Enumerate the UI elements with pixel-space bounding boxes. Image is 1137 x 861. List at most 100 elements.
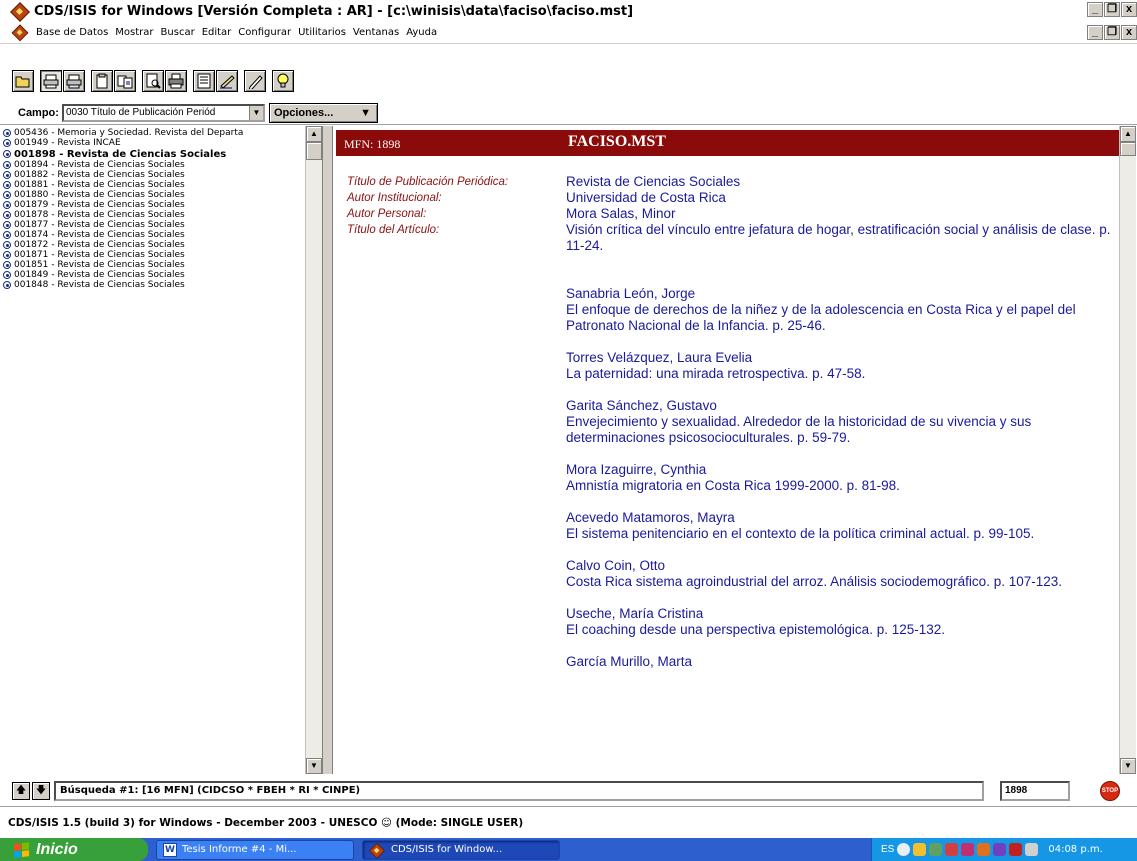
list-item[interactable]: 001874 - Revista de Ciencias Sociales (3, 230, 303, 240)
list-item[interactable]: 001879 - Revista de Ciencias Sociales (3, 200, 303, 210)
scroll-up-arrow-icon[interactable]: ▲ (306, 126, 322, 142)
doc-close-button[interactable]: x (1121, 25, 1137, 40)
menu-buscar[interactable]: Buscar (161, 27, 195, 38)
restore-button[interactable]: ❐ (1104, 2, 1120, 17)
scroll-up-arrow-icon[interactable]: ▲ (1120, 126, 1136, 142)
task-label: Tesis Informe #4 - Mi... (182, 844, 297, 855)
taskbar-item-word[interactable]: W Tesis Informe #4 - Mi... (156, 839, 354, 860)
article-title: Amnistía migratoria en Costa Rica 1999-2… (566, 478, 900, 493)
bulb-icon[interactable] (272, 70, 294, 92)
list-scrollbar[interactable]: ▲ ▼ (305, 126, 322, 774)
record-icon (3, 161, 11, 169)
article-author: Garita Sánchez, Gustavo (566, 398, 717, 413)
preview-icon[interactable] (142, 70, 164, 92)
menu-ventanas[interactable]: Ventanas (353, 27, 399, 38)
menu-utilitarios[interactable]: Utilitarios (298, 27, 346, 38)
display-icon[interactable] (1025, 843, 1039, 856)
stop-icon[interactable]: STOP (1100, 781, 1120, 801)
media-icon[interactable] (993, 843, 1007, 856)
list-item[interactable]: 001851 - Revista de Ciencias Sociales (3, 260, 303, 270)
list-item[interactable]: 001880 - Revista de Ciencias Sociales (3, 190, 303, 200)
article-author: Calvo Coin, Otto (566, 558, 666, 573)
edit-icon[interactable] (216, 70, 238, 92)
scroll-down-arrow-icon[interactable]: ▼ (1120, 758, 1136, 774)
previous-record-button[interactable]: 🡅 (12, 782, 30, 800)
update-icon[interactable] (929, 843, 943, 856)
record-display-pane: MFN: 1898 FACISO.MST Título de Publicaci… (334, 126, 1137, 774)
start-button[interactable]: Inicio (0, 838, 148, 861)
pencil-icon[interactable] (244, 70, 266, 92)
list-item-label: 001880 - Revista de Ciencias Sociales (14, 190, 185, 200)
open-icon[interactable] (12, 70, 34, 92)
mfn-input[interactable]: 1898 (1000, 781, 1070, 801)
list-item-label: 001848 - Revista de Ciencias Sociales (14, 280, 185, 290)
article-author: Acevedo Matamoros, Mayra (566, 510, 735, 525)
field-value: Mora Salas, Minor (566, 206, 676, 221)
list-item-label: 001851 - Revista de Ciencias Sociales (14, 260, 185, 270)
minimize-button[interactable]: _ (1087, 2, 1103, 17)
search-status-bar: 🡅 🡇 Búsqueda #1: [16 MFN] (CIDCSO * FBEH… (0, 778, 1137, 804)
form-icon[interactable] (193, 70, 215, 92)
list-item-selected[interactable]: 001898 - Revista de Ciencias Sociales (3, 148, 303, 160)
network-icon[interactable] (913, 843, 927, 856)
taskbar-item-cdsisis[interactable]: CDS/ISIS for Window... (362, 839, 560, 860)
mfn-label: MFN: 1898 (344, 137, 401, 151)
campo-select[interactable]: 0030 Título de Publicación Periód ▼ (61, 103, 265, 122)
print-txt-icon[interactable] (40, 70, 62, 92)
chevron-down-icon[interactable]: ▼ (248, 105, 263, 120)
ati-icon[interactable] (1009, 843, 1023, 856)
doc-restore-button[interactable]: ❐ (1104, 25, 1120, 40)
list-item[interactable]: 001949 - Revista INCAE (3, 138, 303, 148)
chevron-left-icon[interactable] (897, 843, 911, 856)
search-status: Búsqueda #1: [16 MFN] (CIDCSO * FBEH * R… (54, 781, 984, 801)
list-item-label: 001877 - Revista de Ciencias Sociales (14, 220, 185, 230)
doc-minimize-button[interactable]: _ (1087, 25, 1103, 40)
printer-icon[interactable] (165, 70, 187, 92)
list-item[interactable]: 001848 - Revista de Ciencias Sociales (3, 280, 303, 290)
list-item[interactable]: 005436 - Memoria y Sociedad. Revista del… (3, 128, 303, 138)
list-item[interactable]: 001882 - Revista de Ciencias Sociales (3, 170, 303, 180)
menu-mostrar[interactable]: Mostrar (115, 27, 153, 38)
list-item[interactable]: 001878 - Revista de Ciencias Sociales (3, 210, 303, 220)
scroll-down-arrow-icon[interactable]: ▼ (306, 758, 322, 774)
menu-editar[interactable]: Editar (202, 27, 232, 38)
record-icon (3, 201, 11, 209)
start-label: Inicio (36, 840, 78, 858)
record-icon (3, 171, 11, 179)
article-entry: Calvo Coin, Otto Costa Rica sistema agro… (566, 558, 1121, 590)
list-item-label: 001949 - Revista INCAE (14, 138, 121, 148)
list-item[interactable]: 001894 - Revista de Ciencias Sociales (3, 160, 303, 170)
clipboard-icon[interactable] (91, 70, 113, 92)
article-entry: Garita Sánchez, Gustavo Envejecimiento y… (566, 398, 1121, 446)
menu-base-de-datos[interactable]: Base de Datos (36, 27, 108, 38)
field-row: Título de Publicación Periódica: Revista… (347, 174, 1126, 190)
security-icon[interactable] (945, 843, 959, 856)
close-button[interactable]: x (1121, 2, 1137, 17)
list-item[interactable]: 001881 - Revista de Ciencias Sociales (3, 180, 303, 190)
list-item-label: 001894 - Revista de Ciencias Sociales (14, 160, 185, 170)
article-entry: Acevedo Matamoros, Mayra El sistema peni… (566, 510, 1121, 542)
messenger-icon[interactable] (977, 843, 991, 856)
list-item[interactable]: 001849 - Revista de Ciencias Sociales (3, 270, 303, 280)
pane-splitter[interactable] (323, 126, 333, 774)
print-rtf-icon[interactable] (63, 70, 85, 92)
list-item[interactable]: 001872 - Revista de Ciencias Sociales (3, 240, 303, 250)
record-icon (3, 211, 11, 219)
list-item[interactable]: 001877 - Revista de Ciencias Sociales (3, 220, 303, 230)
next-record-button[interactable]: 🡇 (32, 782, 50, 800)
opciones-button[interactable]: Opciones... ▼ (268, 102, 378, 123)
scroll-thumb[interactable] (1120, 142, 1136, 156)
language-indicator[interactable]: ES (881, 844, 894, 855)
scroll-thumb[interactable] (306, 142, 322, 160)
record-icon (3, 241, 11, 249)
list-item[interactable]: 001871 - Revista de Ciencias Sociales (3, 250, 303, 260)
antivirus-icon[interactable] (961, 843, 975, 856)
field-value: Universidad de Costa Rica (566, 190, 726, 205)
copy-icon[interactable] (114, 70, 136, 92)
record-header: MFN: 1898 FACISO.MST (336, 130, 1119, 156)
system-tray: ES 04:08 p.m. (871, 838, 1137, 861)
document-logo-icon[interactable] (13, 25, 27, 39)
menu-configurar[interactable]: Configurar (238, 27, 291, 38)
menu-ayuda[interactable]: Ayuda (406, 27, 437, 38)
record-scrollbar[interactable]: ▲ ▼ (1119, 126, 1136, 774)
